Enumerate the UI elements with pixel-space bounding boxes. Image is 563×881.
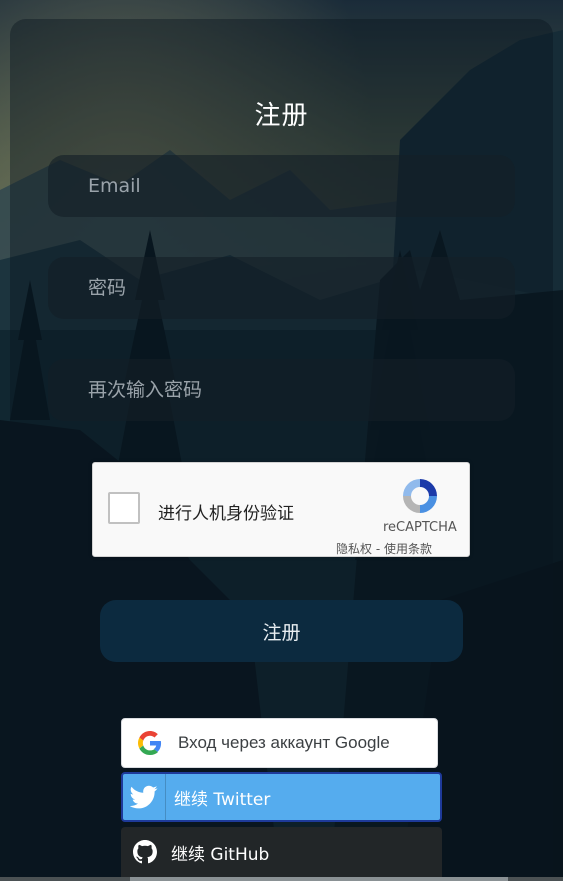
twitter-bird-icon	[123, 774, 166, 820]
confirm-password-input[interactable]	[86, 358, 515, 422]
twitter-signin-button[interactable]: 继续 Twitter	[121, 772, 442, 822]
register-button[interactable]: 注册	[100, 600, 463, 662]
twitter-signin-label: 继续 Twitter	[174, 789, 271, 810]
horizontal-scrollbar[interactable]	[0, 877, 563, 881]
email-input[interactable]	[86, 154, 515, 218]
github-signin-label: 继续 GitHub	[171, 844, 270, 865]
recaptcha-label: 进行人机身份验证	[158, 504, 294, 524]
google-signin-label: Вход через аккаунт Google	[178, 733, 390, 752]
scrollbar-thumb[interactable]	[130, 877, 508, 881]
password-field[interactable]	[48, 256, 515, 320]
email-field[interactable]	[48, 154, 515, 218]
recaptcha-widget: 进行人机身份验证 reCAPTCHA 隐私权 - 使用条款	[92, 462, 470, 557]
google-icon	[122, 719, 178, 767]
password-input[interactable]	[86, 256, 515, 320]
recaptcha-checkbox[interactable]	[108, 492, 140, 524]
recaptcha-brand: reCAPTCHA	[383, 520, 457, 535]
recaptcha-terms-link[interactable]: 隐私权 - 使用条款	[336, 540, 432, 557]
github-octocat-icon	[121, 827, 169, 877]
recaptcha-logo-icon	[399, 475, 441, 517]
page-title: 注册	[254, 101, 309, 131]
confirm-password-field[interactable]	[48, 358, 515, 422]
github-signin-button[interactable]: 继续 GitHub	[121, 827, 442, 877]
google-signin-button[interactable]: Вход через аккаунт Google	[121, 718, 438, 768]
